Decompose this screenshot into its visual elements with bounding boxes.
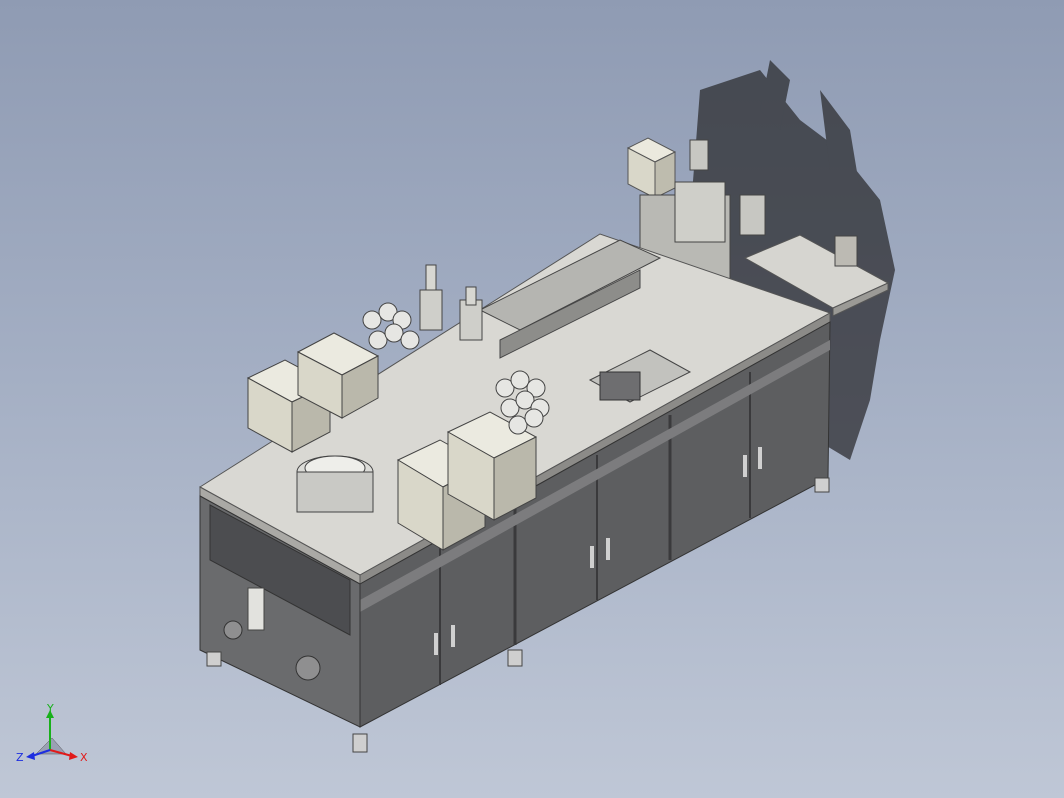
bowl-feeder xyxy=(296,455,374,513)
coordinate-triad: Y X Z xyxy=(16,704,88,764)
x-axis-label: X xyxy=(80,751,88,764)
y-axis-label: Y xyxy=(46,704,54,715)
z-axis-label: Z xyxy=(16,751,24,764)
cad-viewport[interactable]: Y X Z xyxy=(0,0,1064,798)
machine-assembly-model[interactable] xyxy=(0,0,1064,798)
reel-cluster-back xyxy=(362,302,420,350)
